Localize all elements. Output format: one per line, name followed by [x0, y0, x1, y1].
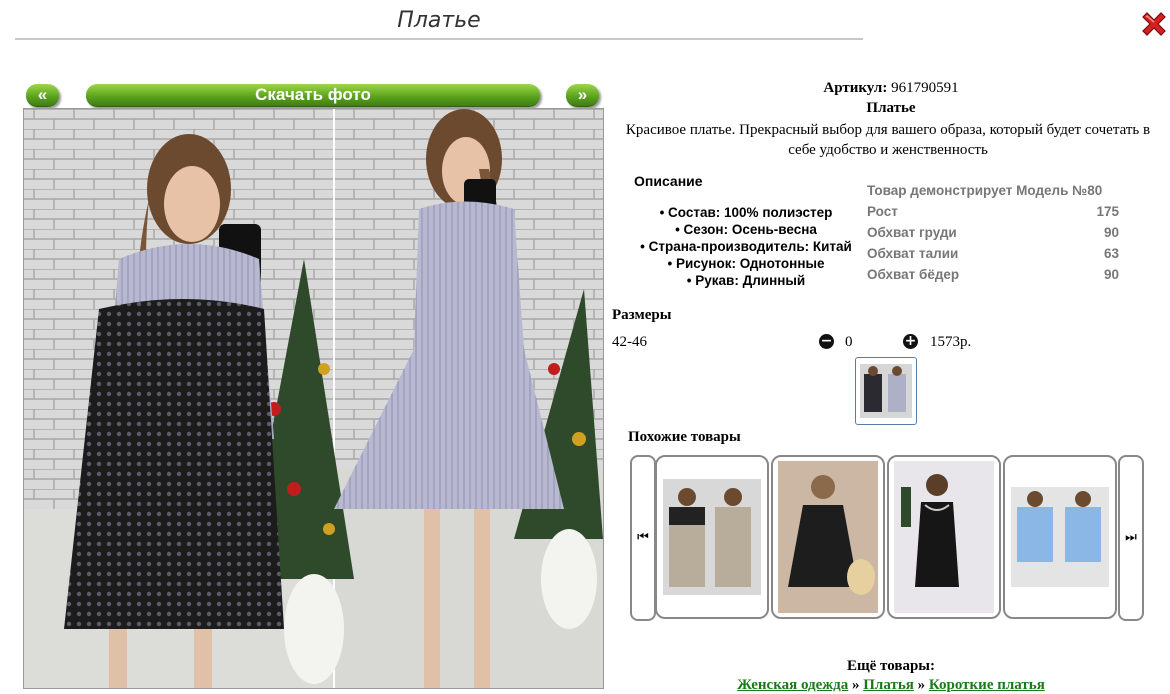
measurement-value: 90: [1103, 267, 1119, 282]
article-number: 961790591: [891, 80, 959, 96]
title-divider: [15, 38, 863, 40]
list-item: Сезон: Осень-весна: [612, 221, 880, 238]
measurement-label: Обхват бёдер: [867, 267, 960, 282]
measurement-row: Обхват груди 90: [867, 222, 1119, 243]
breadcrumb-separator: »: [917, 677, 926, 693]
details-heading: Описание: [634, 173, 703, 189]
measurement-label: Обхват талии: [867, 246, 959, 261]
product-name: Платье: [866, 100, 916, 116]
plus-circle-icon[interactable]: +: [903, 334, 918, 349]
quantity-value: 0: [845, 334, 853, 350]
list-item: Страна-производитель: Китай: [612, 238, 880, 255]
more-products-heading: Ещё товары:: [846, 658, 936, 674]
model-measurements: Товар демонстрирует Модель №80 Рост 175 …: [867, 180, 1119, 285]
model-heading: Товар демонстрирует Модель №80: [867, 183, 1103, 198]
measurement-value: 63: [1103, 246, 1119, 261]
list-item: Рисунок: Однотонные: [612, 255, 880, 272]
price: 1573р.: [930, 334, 972, 350]
download-photo-button[interactable]: Скачать фото: [86, 84, 540, 107]
product-photo[interactable]: [23, 108, 604, 689]
category-link-dresses[interactable]: Платья: [863, 677, 914, 693]
list-item: Состав: 100% полиэстер: [612, 204, 880, 221]
category-link-womens-clothing[interactable]: Женская одежда: [737, 677, 848, 693]
similar-product-card[interactable]: [887, 455, 1001, 619]
size-value: 42-46: [612, 334, 647, 350]
similar-product-card[interactable]: [1003, 455, 1117, 619]
category-breadcrumb: Женская одежда » Платья » Короткие плать…: [612, 677, 1170, 694]
product-description: Красивое платье. Прекрасный выбор для ва…: [625, 122, 1151, 158]
measurement-row: Обхват бёдер 90: [867, 264, 1119, 285]
measurement-value: 175: [1096, 204, 1119, 219]
sizes-heading: Размеры: [612, 307, 672, 323]
previous-photo-button[interactable]: «: [26, 84, 59, 107]
breadcrumb-separator: »: [852, 677, 860, 693]
minus-circle-icon[interactable]: −: [819, 334, 834, 349]
similar-products-heading: Похожие товары: [628, 429, 741, 445]
similar-next-icon[interactable]: ⏭: [1118, 455, 1144, 621]
similar-product-card[interactable]: [771, 455, 885, 619]
category-link-short-dresses[interactable]: Короткие платья: [929, 677, 1045, 693]
measurement-value: 90: [1103, 225, 1119, 240]
measurement-label: Рост: [867, 204, 898, 219]
next-photo-button[interactable]: »: [566, 84, 599, 107]
photo-thumbnail[interactable]: [855, 357, 917, 425]
details-list: Состав: 100% полиэстер Сезон: Осень-весн…: [612, 204, 880, 289]
article-line: Артикул: 961790591: [612, 80, 1170, 97]
similar-product-card[interactable]: [655, 455, 769, 619]
measurement-label: Обхват груди: [867, 225, 957, 240]
measurement-row: Рост 175: [867, 201, 1119, 222]
page-title: Платье: [397, 8, 481, 33]
measurement-row: Обхват талии 63: [867, 243, 1119, 264]
close-icon[interactable]: [1140, 10, 1168, 38]
article-label: Артикул:: [823, 80, 888, 96]
similar-prev-icon[interactable]: ⏮: [630, 455, 656, 621]
list-item: Рукав: Длинный: [612, 272, 880, 289]
